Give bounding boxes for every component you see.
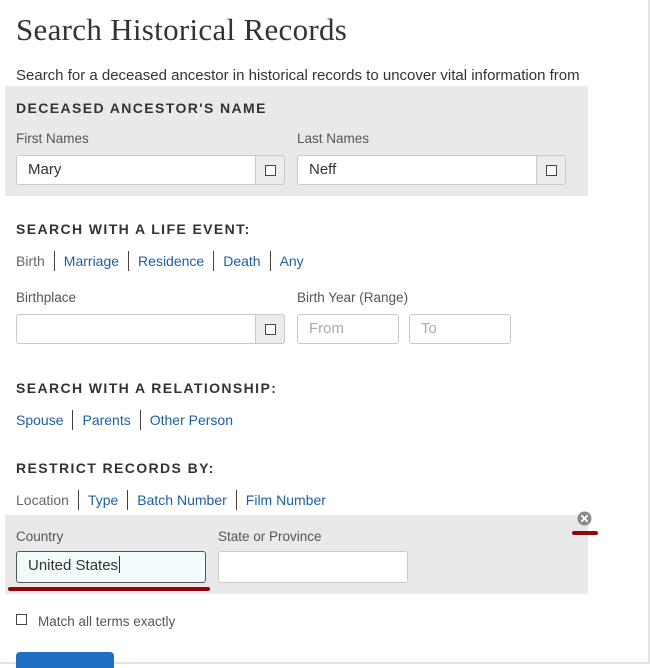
last-names-exact-toggle[interactable] [536, 155, 566, 185]
match-exact-checkbox[interactable] [16, 614, 27, 625]
relationship-heading: SEARCH WITH A RELATIONSHIP: [16, 380, 278, 396]
annotation-dash [572, 531, 598, 535]
country-label: Country [16, 529, 64, 544]
first-names-exact-toggle[interactable] [255, 155, 285, 185]
birth-year-from-input[interactable]: From [297, 314, 399, 344]
last-names-input[interactable]: Neff [297, 155, 537, 185]
state-label: State or Province [218, 529, 322, 544]
close-circle-icon[interactable] [577, 511, 592, 526]
tab-location[interactable]: Location [16, 490, 78, 510]
search-button[interactable] [16, 652, 114, 668]
checkbox-icon [265, 165, 276, 176]
tab-death[interactable]: Death [213, 251, 269, 271]
first-names-label: First Names [16, 131, 89, 146]
tab-any[interactable]: Any [269, 251, 313, 271]
life-event-heading: SEARCH WITH A LIFE EVENT: [16, 221, 251, 237]
tab-film-number[interactable]: Film Number [235, 490, 335, 510]
tab-type[interactable]: Type [77, 490, 127, 510]
match-exact-label: Match all terms exactly [38, 614, 176, 629]
state-input[interactable] [218, 551, 408, 583]
tab-batch-number[interactable]: Batch Number [127, 490, 235, 510]
last-names-label: Last Names [297, 131, 370, 146]
tab-residence[interactable]: Residence [128, 251, 213, 271]
tab-birth[interactable]: Birth [16, 251, 54, 271]
relationship-tabs: Spouse Parents Other Person [16, 410, 242, 430]
restrict-tabs: Location Type Batch Number Film Number [16, 490, 335, 510]
page-intro: Search for a deceased ancestor in histor… [16, 67, 580, 84]
text-caret [119, 556, 121, 573]
country-input[interactable]: United States [16, 551, 206, 583]
birth-year-to-input[interactable]: To [409, 314, 511, 344]
name-section-heading: DECEASED ANCESTOR'S NAME [16, 100, 267, 116]
birth-year-label: Birth Year (Range) [297, 290, 409, 305]
annotation-underline [8, 587, 210, 591]
birthplace-label: Birthplace [16, 290, 77, 305]
tab-other-person[interactable]: Other Person [139, 410, 242, 430]
tab-spouse[interactable]: Spouse [16, 410, 72, 430]
page-title: Search Historical Records [16, 12, 348, 47]
tab-parents[interactable]: Parents [72, 410, 139, 430]
checkbox-icon [546, 165, 557, 176]
country-input-value: United States [28, 557, 119, 574]
birthplace-input[interactable] [16, 314, 256, 344]
restrict-heading: RESTRICT RECORDS BY: [16, 460, 215, 476]
birthplace-exact-toggle[interactable] [255, 314, 285, 344]
life-event-tabs: Birth Marriage Residence Death Any [16, 251, 313, 271]
first-names-input[interactable]: Mary [16, 155, 256, 185]
checkbox-icon [265, 324, 276, 335]
tab-marriage[interactable]: Marriage [53, 251, 128, 271]
